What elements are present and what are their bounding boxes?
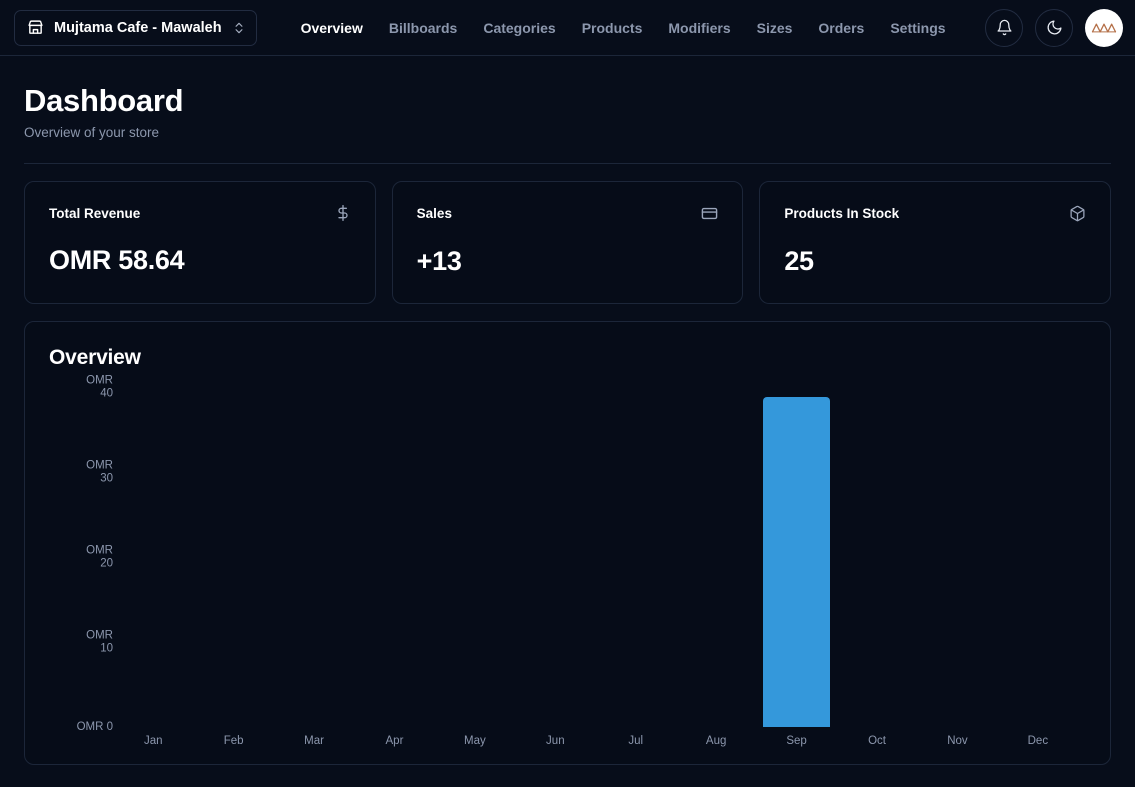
stat-cards-row: Total Revenue OMR 58.64 Sales +13 Produc… [24, 181, 1112, 305]
x-axis-tick: Apr [385, 735, 404, 748]
chart-bar[interactable] [763, 397, 831, 728]
avatar-logo-icon [1091, 23, 1117, 32]
nav-item-billboards[interactable]: Billboards [389, 20, 457, 36]
bar-slot [676, 387, 756, 727]
nav-item-overview[interactable]: Overview [301, 20, 363, 36]
chevrons-up-down-icon [232, 21, 246, 35]
notifications-button[interactable] [985, 8, 1023, 47]
page-title: Dashboard [24, 83, 184, 118]
bar-slot [917, 387, 997, 727]
overview-chart-card: Overview OMR 0 OMR 10 OMR 20 OMR 30 OMR 40 J… [24, 321, 1111, 766]
credit-card-icon [701, 205, 718, 222]
stat-card-total-revenue: Total Revenue OMR 58.64 [24, 181, 376, 305]
x-axis-tick: Jul [628, 735, 644, 748]
y-axis-tick: OMR 0 [76, 720, 113, 733]
x-axis-tick: Nov [947, 735, 968, 748]
stat-card-header: Products In Stock [784, 205, 1086, 222]
bar-slot [274, 387, 354, 727]
y-axis-tick: OMR 10 [86, 629, 113, 655]
dollar-sign-icon [335, 205, 351, 222]
nav-item-products[interactable]: Products [582, 20, 643, 36]
theme-toggle-button[interactable] [1035, 8, 1073, 47]
store-name-label: Mujtama Cafe - Mawaleh [54, 19, 222, 36]
y-axis: OMR 0 OMR 10 OMR 20 OMR 30 OMR 40 [49, 375, 113, 733]
stat-value: 25 [784, 246, 814, 277]
x-axis-tick: Mar [304, 735, 324, 748]
nav-item-orders[interactable]: Orders [818, 20, 864, 36]
bar-slot [837, 387, 917, 727]
x-axis-tick: Jan [143, 735, 163, 748]
stat-card-products-in-stock: Products In Stock 25 [759, 181, 1112, 305]
header-divider [24, 163, 1111, 165]
main-navigation: Overview Billboards Categories Products … [301, 20, 946, 36]
bar-slot [756, 387, 836, 728]
nav-item-categories[interactable]: Categories [483, 20, 555, 36]
nav-item-settings[interactable]: Settings [890, 20, 945, 36]
page-subtitle: Overview of your store [24, 125, 160, 141]
stat-value: OMR 58.64 [49, 245, 185, 276]
stat-label: Products In Stock [784, 206, 900, 222]
stat-card-sales: Sales +13 [391, 181, 744, 305]
stat-card-header: Total Revenue [49, 205, 351, 222]
moon-icon [1046, 19, 1063, 36]
bar-slot [998, 387, 1078, 727]
bar-slot [515, 387, 595, 727]
stat-label: Total Revenue [49, 205, 141, 221]
y-axis-tick: OMR 20 [86, 544, 113, 570]
bar-slot [596, 387, 676, 727]
top-navigation-bar: Mujtama Cafe - Mawaleh Overview Billboar… [0, 0, 1135, 56]
page-content: Dashboard Overview of your store Total R… [0, 56, 1135, 766]
top-bar-actions [985, 8, 1123, 47]
stat-label: Sales [416, 206, 452, 222]
x-axis-tick: Oct [868, 735, 886, 748]
y-axis-tick: OMR 40 [86, 374, 113, 400]
chart-title: Overview [49, 346, 141, 370]
x-axis-tick: Jun [546, 735, 565, 748]
bar-slot [435, 387, 515, 727]
store-icon [27, 19, 44, 36]
x-axis: Jan Feb Mar Apr May Jun Jul Aug Sep Oct Nov Dec [113, 727, 1078, 755]
x-axis-tick: Sep [786, 735, 807, 748]
x-axis-tick: Aug [705, 735, 727, 748]
stat-value: +13 [416, 246, 462, 277]
nav-item-sizes[interactable]: Sizes [757, 20, 793, 36]
bar-chart: OMR 0 OMR 10 OMR 20 OMR 30 OMR 40 Jan Feb Mar A… [49, 375, 1086, 755]
x-axis-tick: May [464, 735, 486, 748]
user-avatar[interactable] [1085, 8, 1123, 47]
bar-slot [354, 387, 434, 727]
nav-item-modifiers[interactable]: Modifiers [668, 20, 730, 36]
x-axis-tick: Feb [223, 735, 244, 748]
bell-icon [996, 19, 1013, 36]
chart-plot-area [113, 387, 1078, 728]
x-axis-tick: Dec [1027, 735, 1049, 748]
package-icon [1069, 205, 1086, 222]
stat-card-header: Sales [417, 205, 719, 222]
bar-slot [193, 387, 273, 727]
y-axis-tick: OMR 30 [86, 459, 113, 485]
bar-slot [113, 387, 193, 727]
store-selector[interactable]: Mujtama Cafe - Mawaleh [14, 9, 257, 46]
